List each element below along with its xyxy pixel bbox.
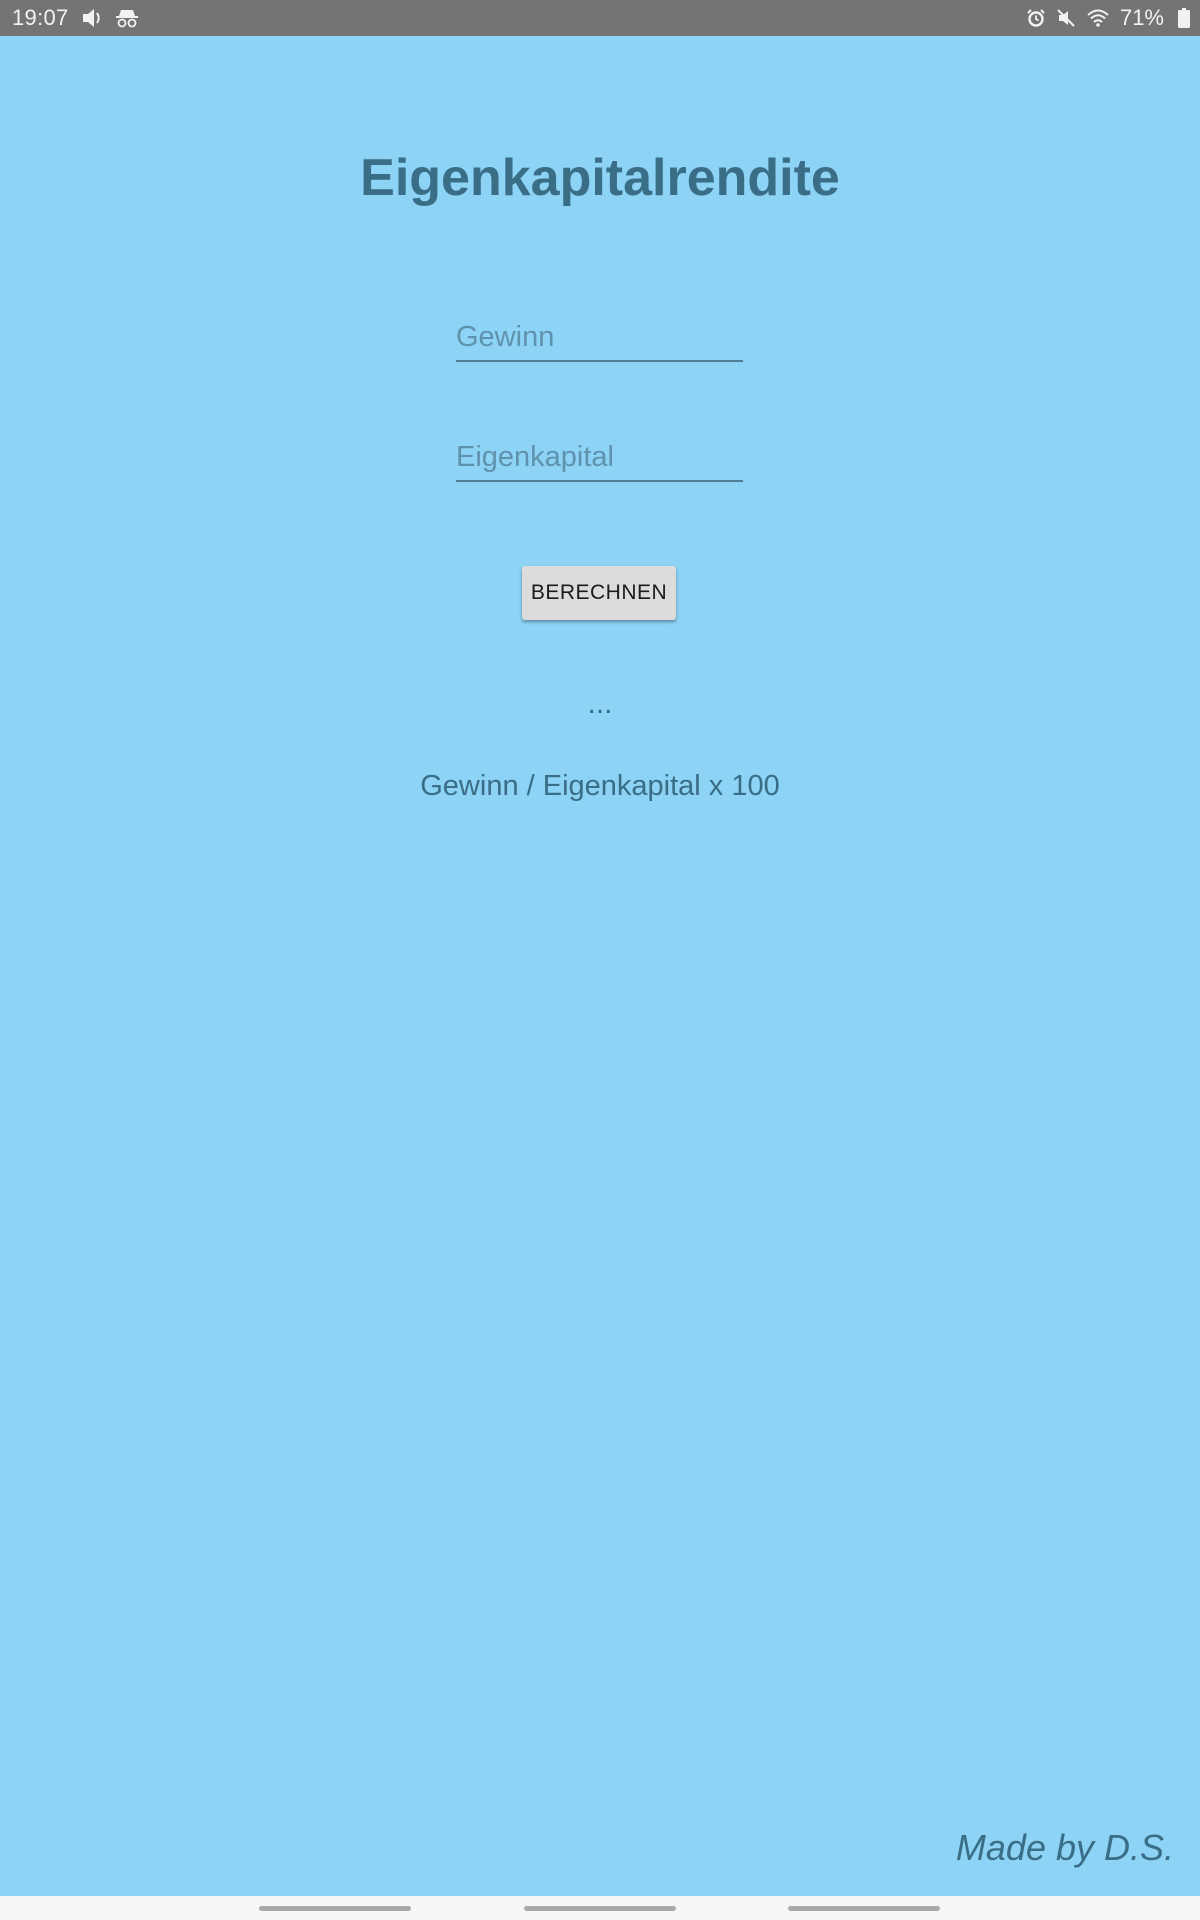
page-title: Eigenkapitalrendite xyxy=(360,149,840,207)
recents-pill[interactable] xyxy=(259,1906,411,1911)
credit-text: Made by D.S. xyxy=(955,1827,1174,1868)
alarm-icon xyxy=(1026,8,1046,28)
status-bar-left: 19:07 xyxy=(12,0,149,36)
volume-icon xyxy=(81,7,105,29)
status-bar-right: 71% xyxy=(1016,0,1190,36)
navigation-bar xyxy=(0,1896,1200,1920)
formula-text: Gewinn / Eigenkapital x 100 xyxy=(420,770,780,802)
status-bar: 19:07 71% xyxy=(0,0,1200,36)
incognito-icon xyxy=(115,7,139,29)
status-time: 19:07 xyxy=(12,5,69,30)
result-text: ... xyxy=(587,687,613,720)
battery-percent: 71% xyxy=(1119,5,1164,30)
home-pill[interactable] xyxy=(524,1906,676,1911)
mute-icon xyxy=(1056,8,1076,28)
battery-icon xyxy=(1178,8,1190,28)
back-pill[interactable] xyxy=(788,1906,940,1911)
eigenkapital-input[interactable] xyxy=(456,438,743,482)
wifi-icon xyxy=(1086,8,1110,28)
gewinn-input[interactable] xyxy=(456,318,743,362)
calculate-button[interactable]: BERECHNEN xyxy=(522,566,676,620)
